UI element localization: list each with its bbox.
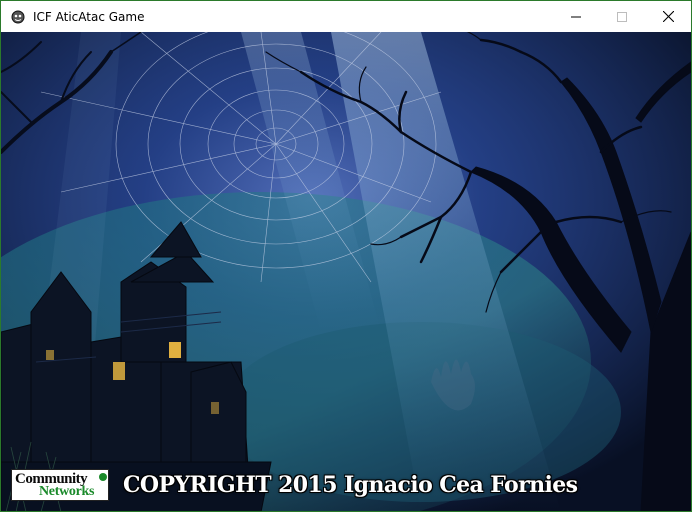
game-app-icon[interactable] — [10, 9, 26, 25]
game-window: ICF AticAtac Game Community Networks COP… — [0, 0, 692, 512]
logo-dot-icon — [99, 473, 107, 481]
title-bar[interactable]: ICF AticAtac Game — [1, 1, 691, 32]
minimize-icon — [571, 16, 581, 17]
copyright-text: COPYRIGHT 2015 Ignacio Cea Fornies — [123, 472, 578, 498]
splash-screen[interactable]: Community Networks COPYRIGHT 2015 Ignaci… — [1, 32, 691, 511]
maximize-button[interactable] — [599, 1, 645, 32]
minimize-button[interactable] — [553, 1, 599, 32]
maximize-icon — [617, 11, 627, 22]
window-title: ICF AticAtac Game — [33, 9, 145, 24]
splash-footer: Community Networks COPYRIGHT 2015 Ignaci… — [11, 468, 578, 502]
haunted-house-cobweb-scene — [1, 32, 691, 511]
community-networks-logo: Community Networks — [11, 469, 109, 501]
close-icon — [662, 11, 674, 22]
window-controls — [553, 1, 691, 32]
close-button[interactable] — [645, 1, 691, 32]
logo-line2: Networks — [39, 484, 95, 499]
